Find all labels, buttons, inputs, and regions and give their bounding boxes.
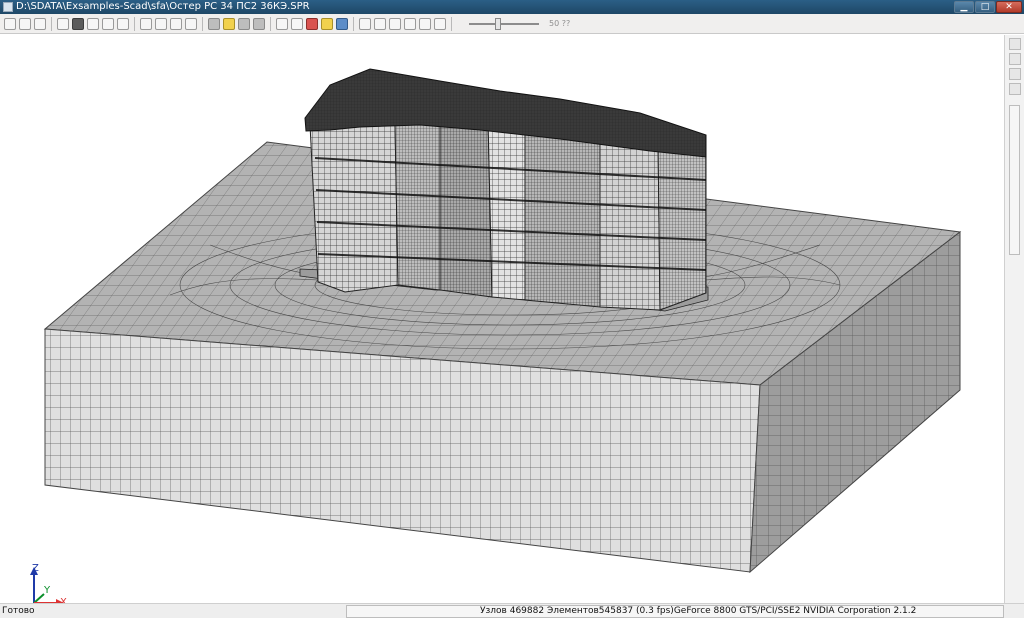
slider-track[interactable] bbox=[469, 17, 539, 30]
scissors-icon[interactable] bbox=[1008, 38, 1021, 50]
rotate-icon[interactable] bbox=[72, 17, 84, 30]
axis-y-label: Y bbox=[44, 585, 51, 596]
model-viewport[interactable]: Z Y X bbox=[0, 35, 1004, 603]
grid-icon[interactable] bbox=[291, 17, 303, 30]
zoom-in-icon[interactable] bbox=[4, 17, 16, 30]
ready-status: Готово bbox=[2, 606, 35, 616]
nodes-value: 469882 bbox=[509, 606, 545, 616]
toolbar-separator bbox=[51, 16, 52, 31]
export-icon[interactable] bbox=[170, 17, 182, 30]
renderer-info: GeForce 8800 GTS/PCI/SSE2 NVIDIA Corpora… bbox=[673, 606, 917, 616]
app-window: D:\SDATA\Exsamples-Scad\sfa\Остер РС 34 … bbox=[0, 0, 1024, 618]
pan-icon[interactable] bbox=[87, 17, 99, 30]
building-model bbox=[304, 68, 707, 311]
status-bar: Готово Узлов 469882 Элементов545837 (0.3… bbox=[0, 603, 1024, 618]
perspective-icon[interactable] bbox=[117, 17, 129, 30]
marker-icon[interactable] bbox=[276, 17, 288, 30]
toolbar-separator bbox=[451, 16, 452, 31]
tool-icon-c[interactable] bbox=[389, 17, 401, 30]
slider-value: 50 ?? bbox=[549, 19, 571, 28]
maximize-button[interactable]: □ bbox=[975, 1, 995, 13]
tool-icon-b[interactable] bbox=[374, 17, 386, 30]
zoom-fit-icon[interactable] bbox=[57, 17, 69, 30]
toolbar-separator bbox=[202, 16, 203, 31]
right-toolbar bbox=[1004, 35, 1024, 603]
nodes-label: Узлов bbox=[480, 606, 507, 616]
node-icon[interactable] bbox=[223, 17, 235, 30]
model-statistics: Узлов 469882 Элементов545837 (0.3 fps)Ge… bbox=[480, 604, 916, 618]
pen-icon[interactable] bbox=[306, 17, 318, 30]
display-icon[interactable] bbox=[336, 17, 348, 30]
model-icon[interactable] bbox=[208, 17, 220, 30]
filter-icon[interactable] bbox=[1008, 68, 1021, 80]
fps-value: (0.3 fps) bbox=[636, 606, 674, 616]
window-title: D:\SDATA\Exsamples-Scad\sfa\Остер РС 34 … bbox=[16, 1, 310, 12]
tool-icon-a[interactable] bbox=[359, 17, 371, 30]
projection-icon[interactable] bbox=[140, 17, 152, 30]
select-icon[interactable] bbox=[102, 17, 114, 30]
transparency-slider[interactable]: 50 ?? bbox=[463, 17, 571, 30]
toolbar-separator bbox=[353, 16, 354, 31]
axis-z-label: Z bbox=[32, 563, 39, 574]
fe-model-canvas bbox=[43, 68, 962, 574]
slider-thumb[interactable] bbox=[495, 17, 501, 30]
print-icon[interactable] bbox=[155, 17, 167, 30]
toolbar-separator bbox=[134, 16, 135, 31]
cut-icon[interactable] bbox=[1008, 53, 1021, 65]
toolbar-separator bbox=[270, 16, 271, 31]
title-bar: D:\SDATA\Exsamples-Scad\sfa\Остер РС 34 … bbox=[0, 0, 1024, 14]
minimize-button[interactable]: ▁ bbox=[954, 1, 974, 13]
view-scrollbar[interactable] bbox=[1009, 105, 1020, 255]
tool-icon-f[interactable] bbox=[434, 17, 446, 30]
tool-icon-d[interactable] bbox=[404, 17, 416, 30]
window-controls: ▁ □ ✕ bbox=[954, 0, 1022, 14]
colors-icon[interactable] bbox=[321, 17, 333, 30]
fill-icon[interactable] bbox=[253, 17, 265, 30]
app-icon bbox=[3, 2, 13, 12]
elements-label: Элементов bbox=[546, 606, 599, 616]
elements-value: 545837 bbox=[598, 606, 634, 616]
element-icon[interactable] bbox=[238, 17, 250, 30]
axis-glyph bbox=[30, 567, 64, 603]
close-button[interactable]: ✕ bbox=[996, 1, 1022, 13]
axis-indicator: Z Y X bbox=[22, 563, 82, 603]
main-toolbar: 50 ?? bbox=[0, 14, 1024, 34]
settings-icon[interactable] bbox=[1008, 83, 1021, 95]
zoom-out-icon[interactable] bbox=[19, 17, 31, 30]
zoom-window-icon[interactable] bbox=[34, 17, 46, 30]
filter-icon[interactable] bbox=[185, 17, 197, 30]
tool-icon-e[interactable] bbox=[419, 17, 431, 30]
